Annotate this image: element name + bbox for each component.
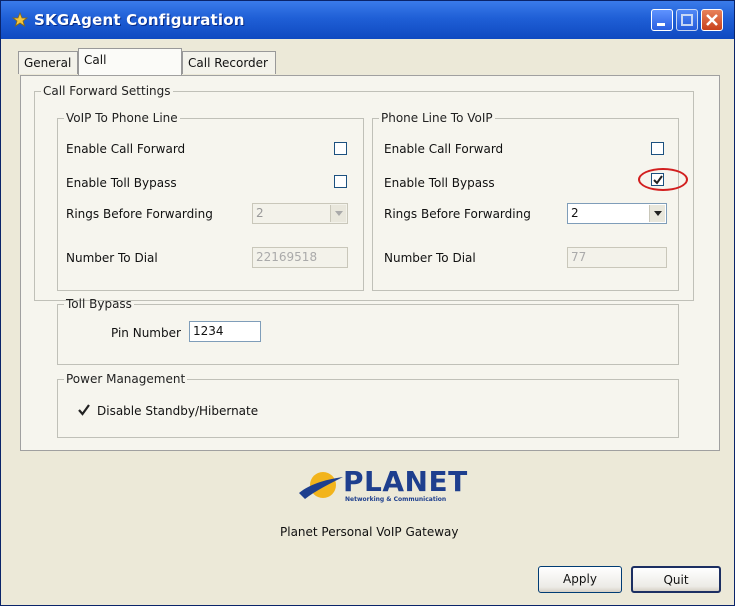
power-management-legend: Power Management (66, 372, 186, 386)
phone-rings-label: Rings Before Forwarding (384, 207, 531, 221)
voip-number-label: Number To Dial (66, 251, 158, 265)
annotation-highlight-circle (638, 168, 688, 191)
chevron-down-icon (335, 211, 343, 216)
voip-enable-call-forward-checkbox[interactable] (334, 142, 347, 155)
voip-enable-toll-bypass-checkbox[interactable] (334, 175, 347, 188)
apply-button[interactable]: Apply (538, 566, 622, 593)
title-bar[interactable]: SKGAgent Configuration (1, 1, 734, 39)
phone-enable-call-forward-label: Enable Call Forward (384, 142, 504, 156)
voip-enable-call-forward-label: Enable Call Forward (66, 142, 186, 156)
voip-number-input[interactable]: 22169518 (252, 247, 348, 268)
quit-button[interactable]: Quit (631, 566, 721, 593)
voip-rings-dropdown-arrow[interactable] (330, 205, 346, 222)
phone-rings-select[interactable]: 2 (567, 203, 667, 224)
planet-swoosh-icon (299, 472, 343, 499)
logo-tagline: Networking & Communication (345, 496, 447, 503)
phone-rings-value: 2 (571, 206, 579, 220)
tab-call-forwarding[interactable]: Call Forwarding (78, 48, 182, 90)
planet-logo: PLANET Networking & Communication (297, 463, 467, 507)
pin-number-input[interactable]: 1234 (189, 321, 261, 342)
maximize-button[interactable] (676, 9, 698, 31)
voip-enable-toll-bypass-label: Enable Toll Bypass (66, 176, 177, 190)
window-title: SKGAgent Configuration (34, 11, 245, 29)
config-window: SKGAgent Configuration General Call Forw… (0, 0, 735, 606)
tab-call-recorder[interactable]: Call Recorder (182, 51, 276, 74)
minimize-button[interactable] (651, 9, 673, 31)
checkmark-icon (78, 404, 90, 416)
phone-to-voip-legend: Phone Line To VoIP (381, 111, 493, 125)
chevron-down-icon (654, 211, 662, 216)
app-icon (11, 11, 29, 27)
phone-rings-dropdown-arrow[interactable] (649, 205, 665, 222)
minimize-icon (657, 23, 665, 26)
pin-number-label: Pin Number (111, 326, 181, 340)
voip-to-phone-legend: VoIP To Phone Line (66, 111, 178, 125)
toll-bypass-legend: Toll Bypass (66, 297, 132, 311)
tab-general[interactable]: General (18, 51, 78, 74)
close-button[interactable] (701, 9, 723, 31)
voip-rings-select[interactable]: 2 (252, 203, 348, 224)
disable-standby-label: Disable Standby/Hibernate (97, 404, 259, 418)
phone-enable-toll-bypass-label: Enable Toll Bypass (384, 176, 495, 190)
phone-number-label: Number To Dial (384, 251, 476, 265)
disable-standby-checkbox[interactable] (77, 403, 90, 416)
close-icon (706, 14, 718, 26)
voip-rings-value: 2 (256, 206, 264, 220)
product-caption: Planet Personal VoIP Gateway (280, 525, 459, 539)
logo-wordmark: PLANET (343, 465, 468, 498)
voip-rings-label: Rings Before Forwarding (66, 207, 213, 221)
call-forward-settings-legend: Call Forward Settings (43, 84, 171, 98)
phone-enable-call-forward-checkbox[interactable] (651, 142, 664, 155)
maximize-icon (681, 14, 693, 26)
phone-number-input[interactable]: 77 (567, 247, 667, 268)
